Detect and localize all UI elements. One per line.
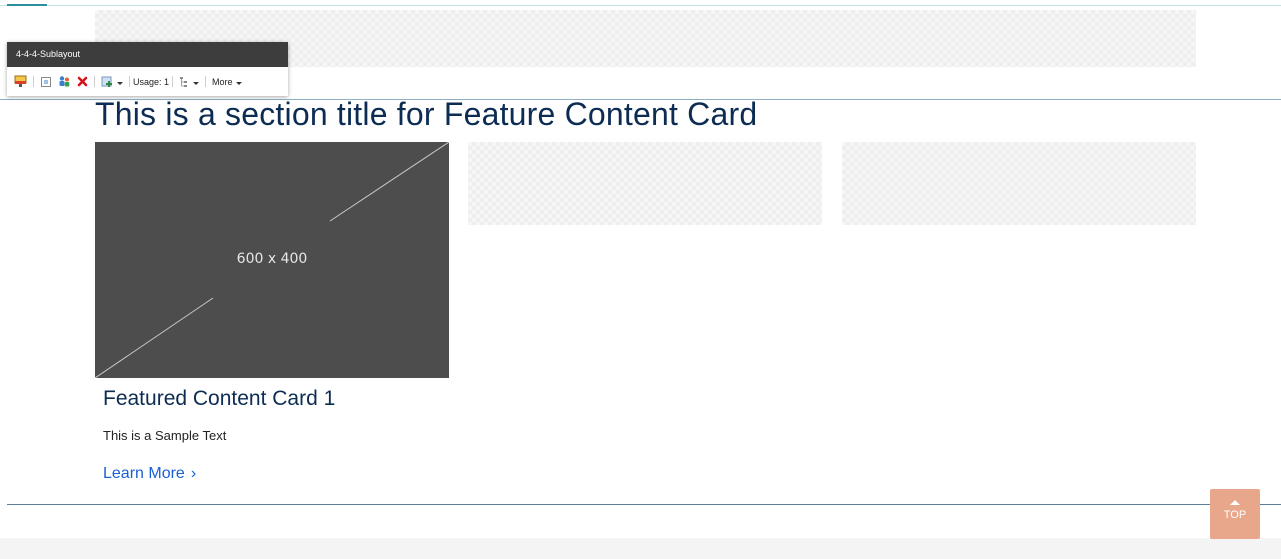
edit-field-icon xyxy=(14,75,27,87)
chevron-right-icon: › xyxy=(190,465,197,482)
delete-icon xyxy=(77,76,88,87)
personalize-icon xyxy=(59,76,70,87)
tree-dropdown[interactable] xyxy=(176,73,202,91)
scroll-to-top-label: TOP xyxy=(1223,509,1247,521)
arrow-up-icon xyxy=(1230,500,1240,505)
section-title: This is a section title for Feature Cont… xyxy=(95,96,758,132)
select-parent-button[interactable] xyxy=(37,73,55,91)
card-image-placeholder: 600 x 400 xyxy=(95,142,449,378)
page: 4-4-4-Sublayout Usage: 1 More This is a … xyxy=(0,0,1281,559)
empty-placeholder-column-3[interactable] xyxy=(842,142,1196,225)
scroll-to-top-button[interactable]: TOP xyxy=(1210,489,1260,539)
learn-more-label: Learn More xyxy=(103,465,185,482)
chrome-title: 4-4-4-Sublayout xyxy=(7,42,288,67)
select-parent-icon xyxy=(41,76,51,87)
chevron-down-icon xyxy=(117,81,123,85)
card-title: Featured Content Card 1 xyxy=(103,387,336,410)
tree-icon xyxy=(180,76,188,87)
edit-field-button[interactable] xyxy=(11,73,30,91)
toolbar-separator xyxy=(129,76,130,87)
toolbar-separator xyxy=(172,76,174,87)
top-accent-line xyxy=(7,4,47,6)
toolbar-separator xyxy=(205,76,207,87)
chrome-action-bar: Usage: 1 More xyxy=(7,67,288,96)
card-text: This is a Sample Text xyxy=(103,428,227,443)
sublayout-chrome-toolbar: 4-4-4-Sublayout Usage: 1 More xyxy=(7,42,288,96)
bottom-divider xyxy=(7,504,1281,505)
insert-dropdown[interactable] xyxy=(98,73,126,91)
top-divider xyxy=(0,5,1281,6)
image-dimensions-label: 600 x 400 xyxy=(236,251,308,267)
insert-icon xyxy=(101,76,112,87)
more-dropdown[interactable]: More xyxy=(209,73,245,91)
chevron-down-icon xyxy=(193,81,200,85)
toolbar-separator xyxy=(94,76,95,87)
learn-more-link[interactable]: Learn More › xyxy=(103,463,196,485)
usage-count: Usage: 1 xyxy=(133,76,170,87)
empty-placeholder-column-2[interactable] xyxy=(468,142,822,225)
delete-button[interactable] xyxy=(74,73,91,91)
toolbar-separator xyxy=(33,76,34,87)
chevron-down-icon xyxy=(235,81,242,85)
personalize-button[interactable] xyxy=(55,73,74,91)
footer-band xyxy=(0,538,1281,559)
more-label: More xyxy=(212,76,233,87)
